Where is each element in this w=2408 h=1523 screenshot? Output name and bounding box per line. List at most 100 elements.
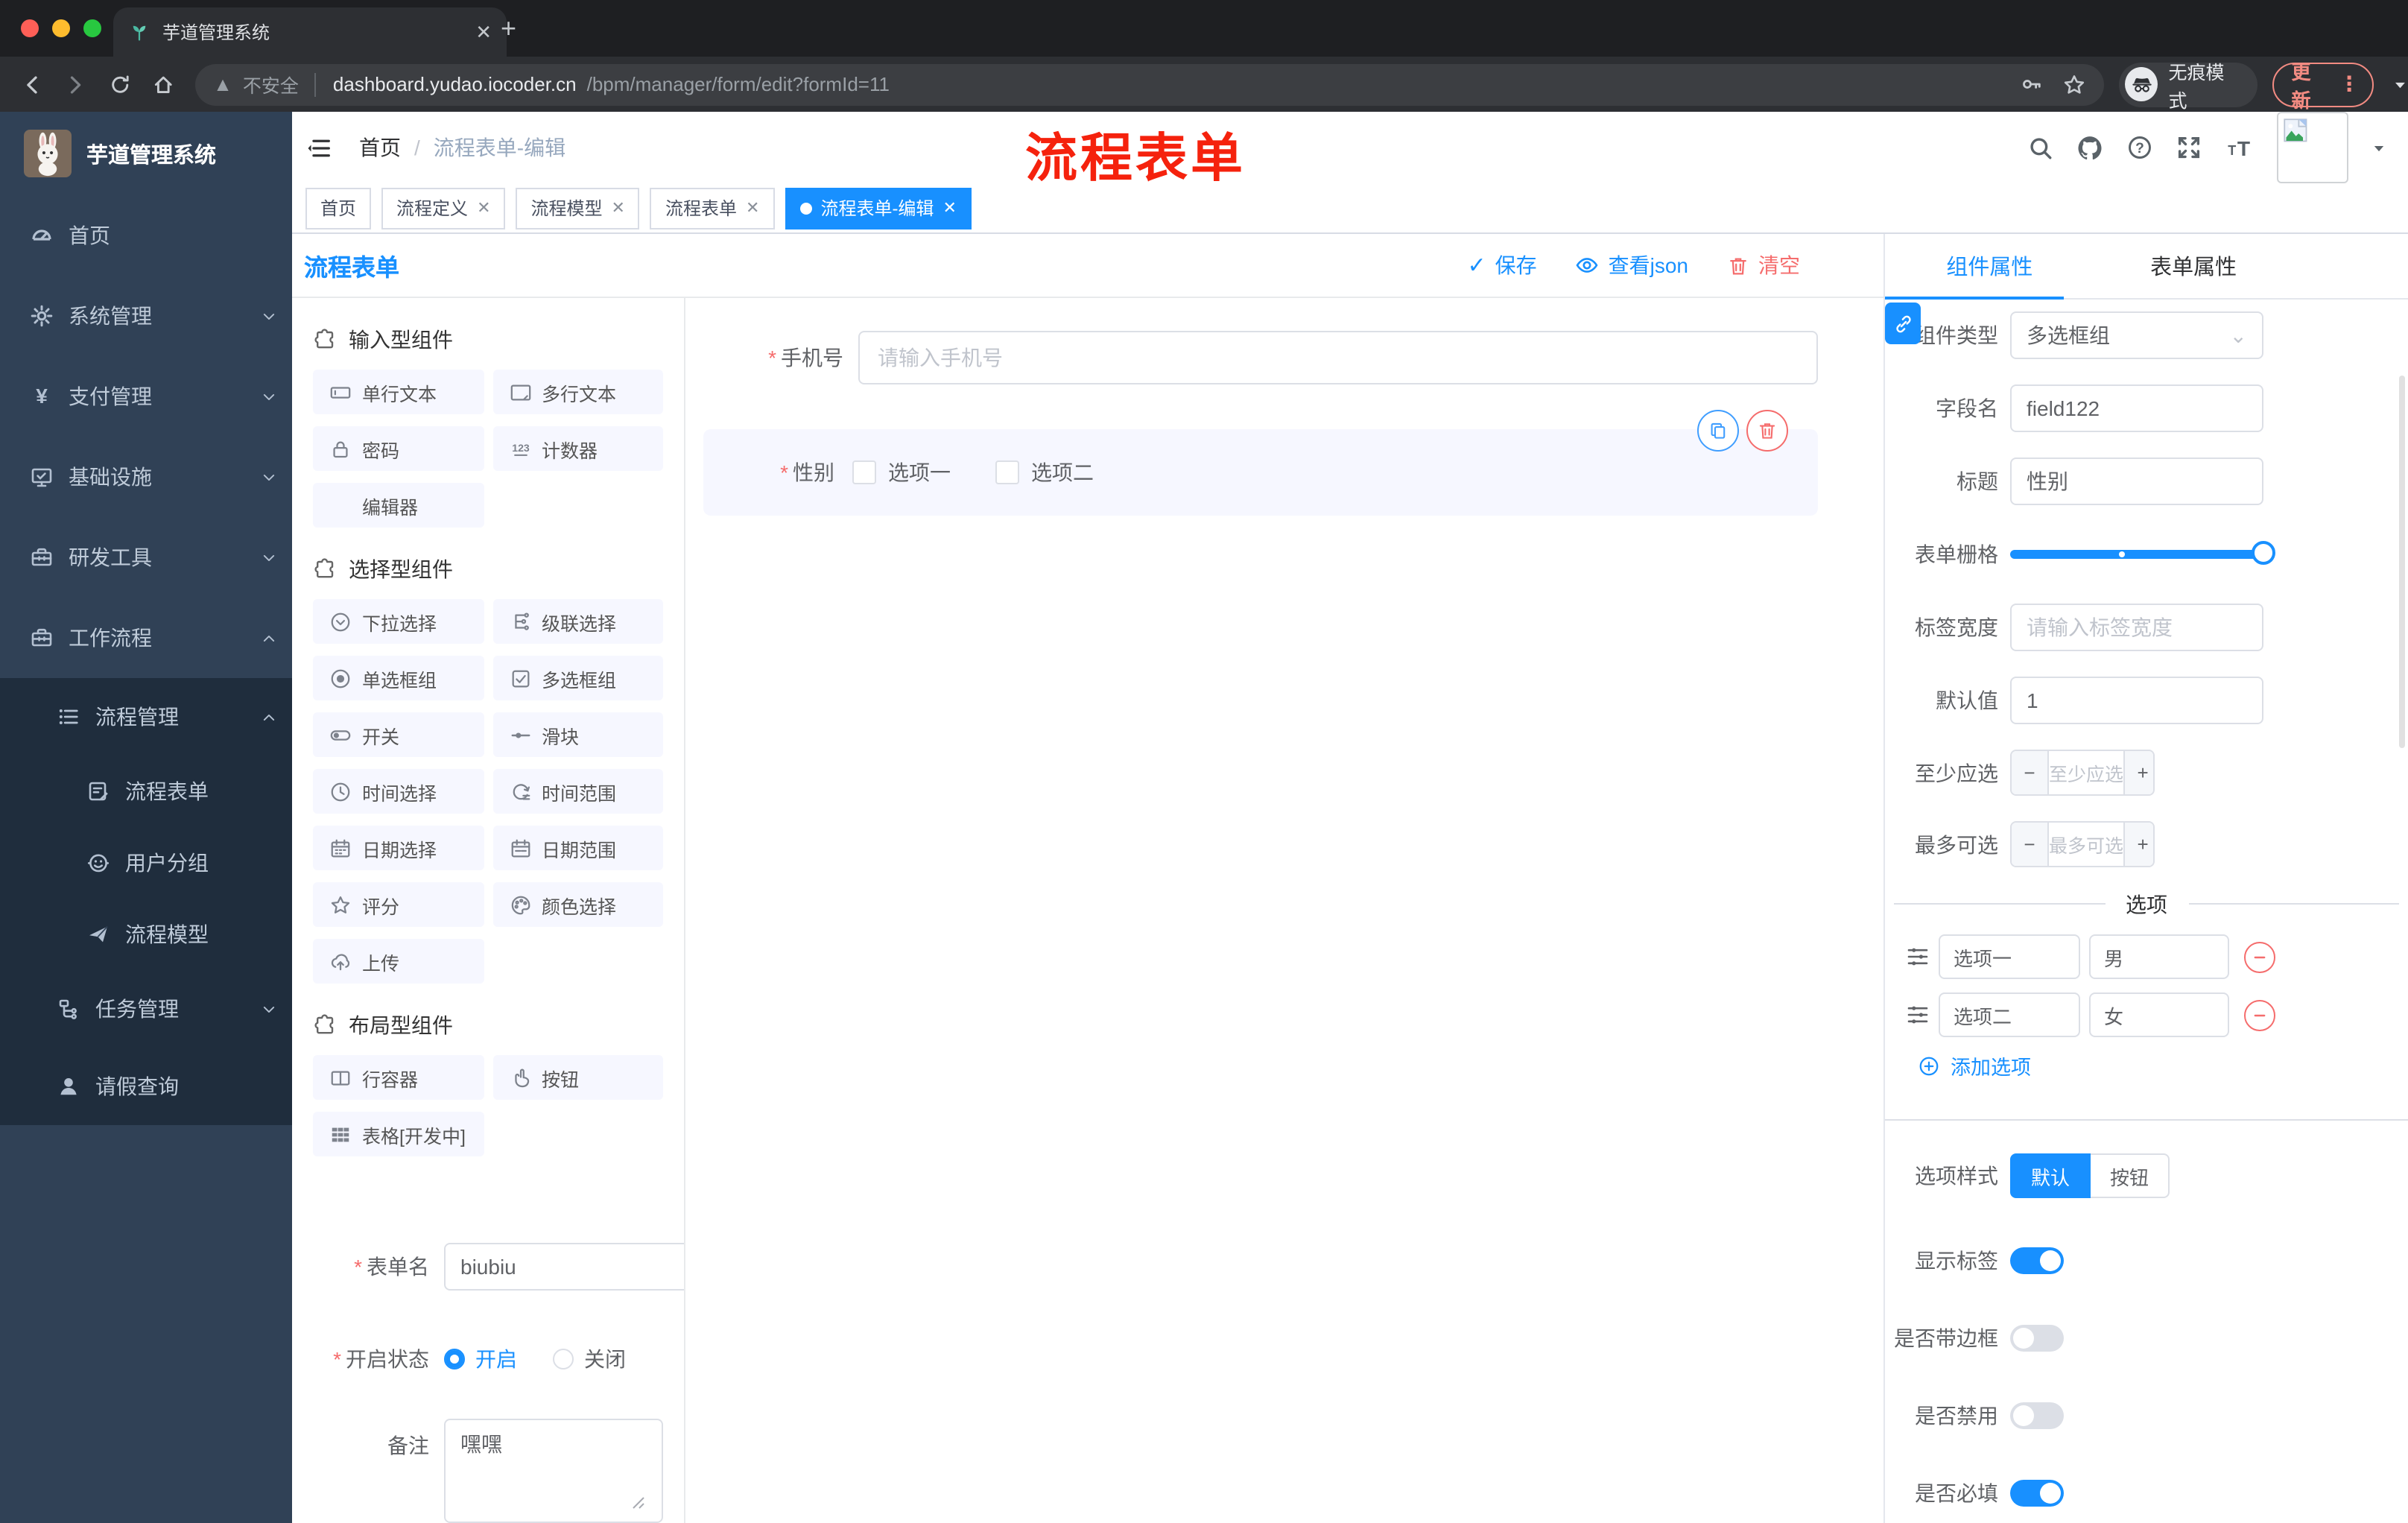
browser-update-button[interactable]: 更新 ⋮	[2272, 60, 2374, 111]
tab-form-props[interactable]: 表单属性	[2094, 234, 2293, 298]
tab-component-props[interactable]: 组件属性	[1885, 234, 2094, 298]
disabled-toggle[interactable]	[2010, 1402, 2064, 1429]
close-window-button[interactable]	[21, 19, 39, 37]
browser-menu-dots-icon[interactable]: ⋮	[2339, 72, 2360, 97]
sidebar-item-leave-query[interactable]: 请假查询	[0, 1048, 292, 1125]
component-item-date-picker[interactable]: 日期选择	[313, 826, 484, 870]
sidebar-item-workflow[interactable]: 工作流程	[0, 598, 292, 678]
sidebar-item-devtools[interactable]: 研发工具	[0, 517, 292, 598]
avatar-caret-icon[interactable]	[2371, 139, 2387, 156]
component-item-editor[interactable]: 编辑器	[313, 483, 484, 528]
component-item-radio-group[interactable]: 单选框组	[313, 656, 484, 700]
forward-icon[interactable]	[65, 72, 88, 96]
sidebar-item-home[interactable]: 首页	[0, 195, 292, 276]
gender-checkbox-option2[interactable]: 选项二	[995, 457, 1094, 487]
default-value-input[interactable]	[2010, 677, 2263, 724]
stepper-plus-button[interactable]: +	[2125, 751, 2153, 794]
sidebar-item-process-model[interactable]: 流程模型	[0, 899, 292, 970]
component-item-password[interactable]: 密码	[313, 426, 484, 471]
tag-process-definition[interactable]: 流程定义 ✕	[381, 187, 506, 229]
stepper-minus-button[interactable]: −	[2012, 751, 2047, 794]
style-button-button[interactable]: 按钮	[2091, 1153, 2170, 1198]
form-remark-textarea[interactable]: 嘿嘿	[444, 1419, 663, 1523]
delete-field-button[interactable]	[1746, 410, 1788, 452]
minimize-window-button[interactable]	[52, 19, 70, 37]
component-item-checkbox-group[interactable]: 多选框组	[492, 656, 663, 700]
option1-value-input[interactable]	[2089, 934, 2229, 979]
save-button[interactable]: ✓ 保存	[1467, 250, 1536, 280]
show-label-toggle[interactable]	[2010, 1247, 2064, 1274]
sidebar-item-infra[interactable]: 基础设施	[0, 437, 292, 517]
component-item-counter[interactable]: 计数器	[492, 426, 663, 471]
component-item-color-picker[interactable]: 颜色选择	[492, 882, 663, 927]
tag-close-icon[interactable]: ✕	[612, 198, 625, 218]
new-tab-button[interactable]: +	[501, 15, 516, 42]
component-item-upload[interactable]: 上传	[313, 939, 484, 984]
label-width-input[interactable]	[2010, 604, 2263, 651]
avatar[interactable]	[2277, 112, 2348, 183]
add-option-button[interactable]: 添加选项	[1918, 1051, 2408, 1080]
component-item-date-range[interactable]: 日期范围	[492, 826, 663, 870]
browser-tab[interactable]: 芋道管理系统 ✕	[113, 7, 507, 57]
back-icon[interactable]	[21, 72, 44, 96]
remove-option1-button[interactable]	[2244, 941, 2275, 972]
search-icon[interactable]	[2028, 135, 2053, 160]
canvas-field-phone[interactable]: * 手机号	[694, 331, 1818, 384]
component-item-time-range[interactable]: 时间范围	[492, 769, 663, 814]
canvas-field-gender-selected[interactable]: * 性别 选项一 选项二	[703, 410, 1818, 516]
tab-close-icon[interactable]: ✕	[475, 20, 492, 44]
drag-handle-icon[interactable]	[1906, 945, 1930, 969]
stepper-plus-button[interactable]: +	[2125, 823, 2153, 866]
component-item-button[interactable]: 按钮	[492, 1055, 663, 1100]
zoom-window-button[interactable]	[83, 19, 101, 37]
option1-label-input[interactable]	[1939, 934, 2080, 979]
sidebar-item-system[interactable]: 系统管理	[0, 276, 292, 356]
profile-caret-icon[interactable]	[2391, 75, 2408, 93]
component-item-table[interactable]: 表格[开发中]	[313, 1112, 484, 1156]
status-radio-on[interactable]: 开启	[444, 1344, 517, 1374]
component-item-switch[interactable]: 开关	[313, 712, 484, 757]
duplicate-field-button[interactable]	[1697, 410, 1739, 452]
sidebar-item-process-form[interactable]: 流程表单	[0, 756, 292, 827]
password-key-icon[interactable]	[2021, 73, 2044, 95]
slider-handle[interactable]	[2252, 541, 2275, 565]
grid-slider[interactable]	[2010, 531, 2275, 578]
view-json-button[interactable]: 查看json	[1576, 250, 1688, 280]
component-item-select[interactable]: 下拉选择	[313, 599, 484, 644]
sidebar-logo[interactable]: 芋道管理系统	[0, 112, 292, 195]
github-icon[interactable]	[2076, 133, 2104, 162]
title-input[interactable]	[2010, 457, 2263, 505]
required-toggle[interactable]	[2010, 1480, 2064, 1507]
remove-option2-button[interactable]	[2244, 999, 2275, 1030]
tag-process-model[interactable]: 流程模型 ✕	[516, 187, 640, 229]
field-name-input[interactable]	[2010, 384, 2263, 432]
gender-checkbox-option1[interactable]: 选项一	[852, 457, 951, 487]
status-radio-off[interactable]: 关闭	[553, 1344, 626, 1374]
component-item-single-text[interactable]: 单行文本	[313, 370, 484, 414]
component-item-slider[interactable]: 滑块	[492, 712, 663, 757]
sidebar-collapse-icon[interactable]	[307, 135, 332, 160]
panel-scrollbar[interactable]	[2399, 376, 2405, 748]
breadcrumb-home[interactable]: 首页	[359, 133, 401, 162]
border-toggle[interactable]	[2010, 1325, 2064, 1352]
component-item-time-picker[interactable]: 时间选择	[313, 769, 484, 814]
bookmark-star-icon[interactable]	[2063, 72, 2087, 96]
sidebar-item-task-mgmt[interactable]: 任务管理	[0, 970, 292, 1048]
min-select-value[interactable]: 至少应选	[2047, 751, 2126, 794]
drag-handle-icon[interactable]	[1906, 1003, 1930, 1027]
component-item-cascader[interactable]: 级联选择	[492, 599, 663, 644]
max-select-value[interactable]: 最多可选	[2047, 823, 2126, 866]
sidebar-item-payment[interactable]: 支付管理	[0, 356, 292, 437]
sidebar-item-user-group[interactable]: 用户分组	[0, 827, 292, 899]
link-handle-button[interactable]	[1885, 303, 1921, 344]
component-type-select[interactable]: 多选框组 ⌄	[2010, 311, 2263, 359]
component-item-multi-text[interactable]: 多行文本	[492, 370, 663, 414]
option2-label-input[interactable]	[1939, 992, 2080, 1037]
option2-value-input[interactable]	[2089, 992, 2229, 1037]
tag-process-form-edit[interactable]: 流程表单-编辑 ✕	[785, 187, 972, 229]
style-default-button[interactable]: 默认	[2010, 1153, 2091, 1198]
tag-close-icon[interactable]: ✕	[477, 198, 490, 218]
tag-process-form[interactable]: 流程表单 ✕	[650, 187, 775, 229]
tag-home[interactable]: 首页	[305, 187, 372, 229]
reload-icon[interactable]	[108, 72, 131, 96]
